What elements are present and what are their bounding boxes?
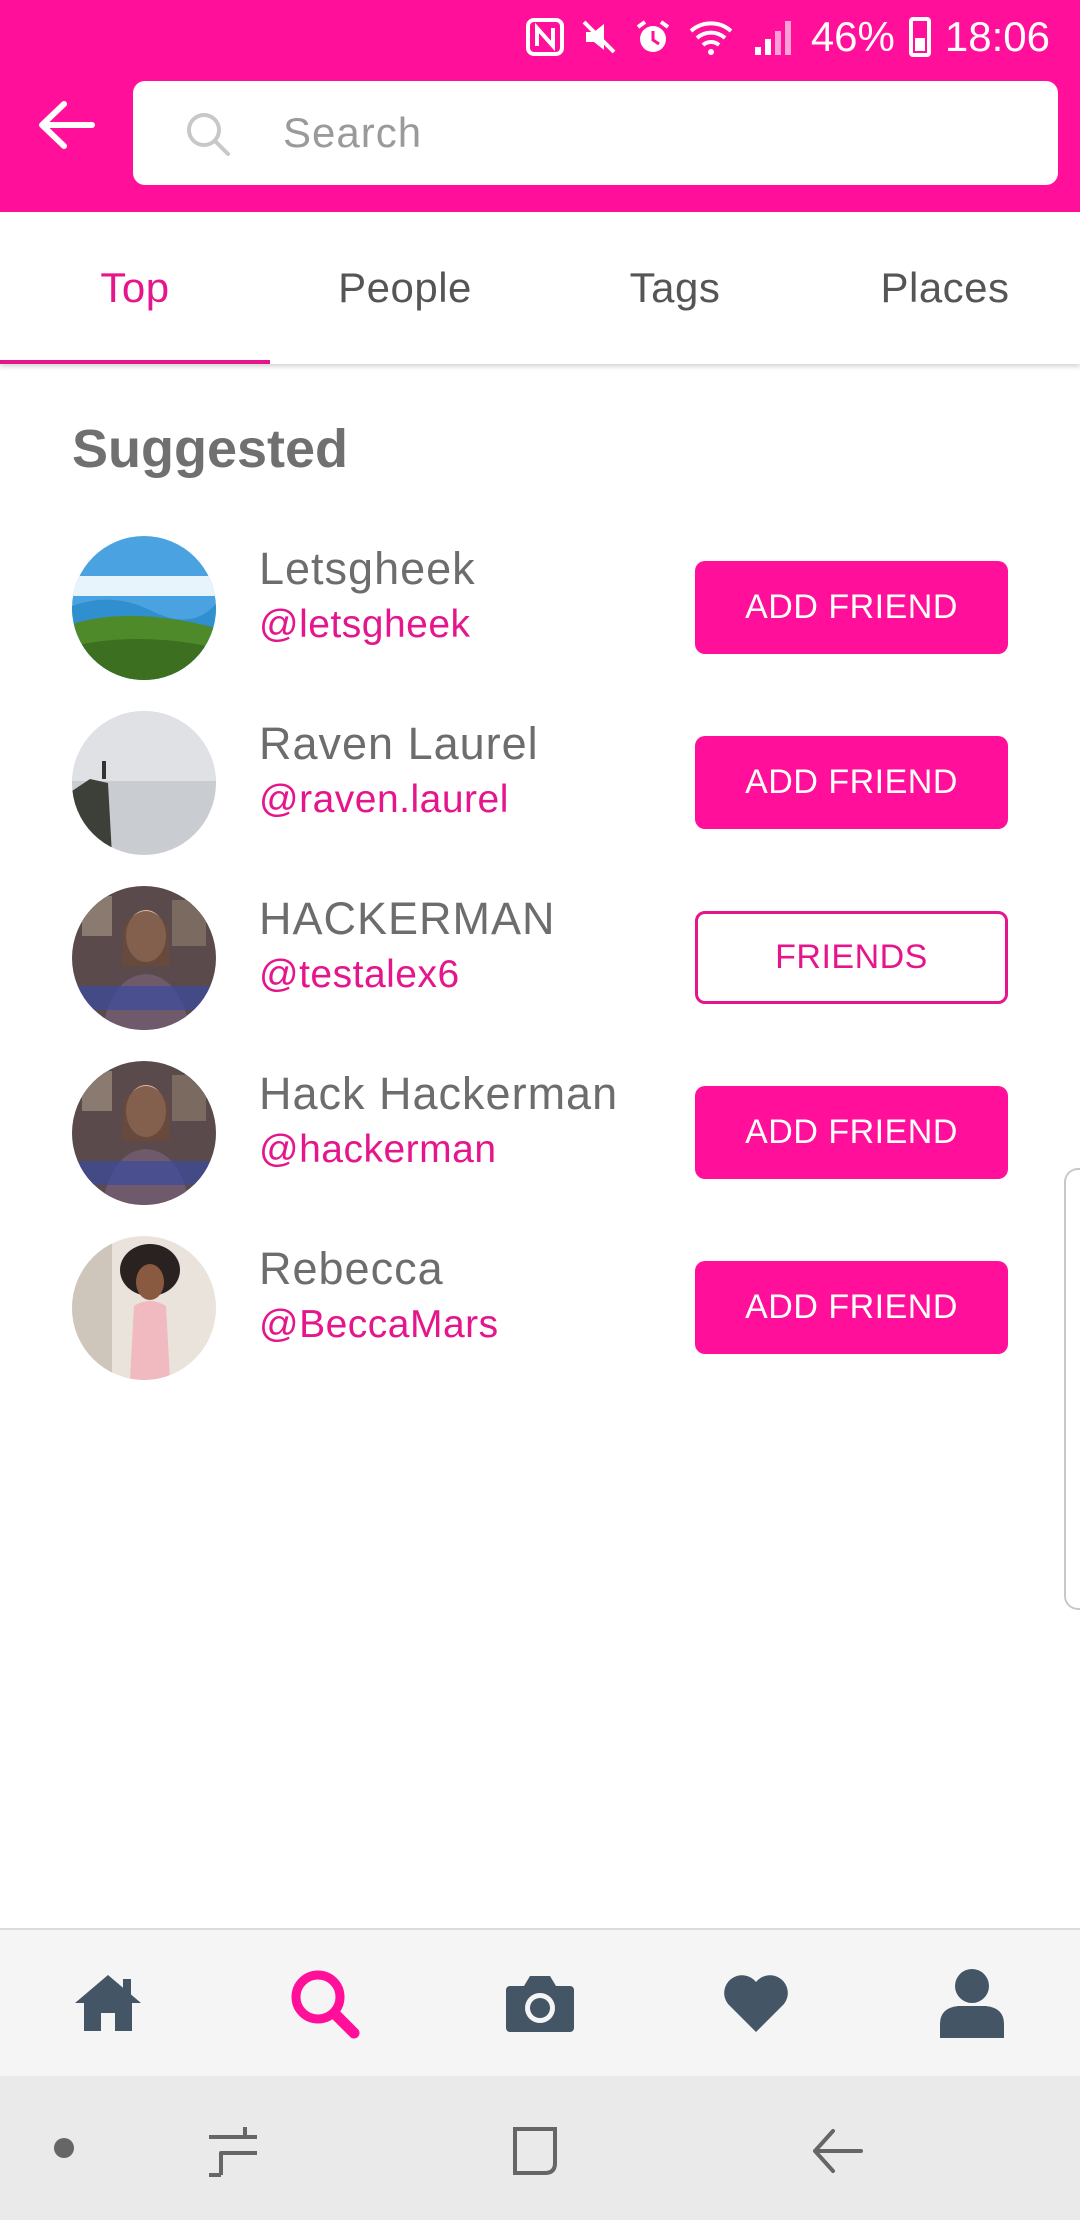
edge-panel-handle[interactable] — [1064, 1168, 1080, 1610]
recent-apps-button[interactable] — [198, 2116, 268, 2186]
tab-places[interactable]: Places — [810, 212, 1080, 364]
arrow-left-icon — [39, 101, 95, 149]
home-icon — [75, 1975, 141, 2031]
nav-camera[interactable] — [432, 1930, 648, 2076]
user-name: Hack Hackerman — [259, 1068, 619, 1119]
tab-top[interactable]: Top — [0, 212, 270, 364]
friends-button[interactable]: FRIENDS — [695, 911, 1008, 1004]
alarm-icon — [633, 17, 673, 57]
system-nav-bar — [0, 2076, 1080, 2220]
tab-bar: Top People Tags Places — [0, 212, 1080, 364]
user-name: HACKERMAN — [259, 893, 556, 944]
suggested-heading: Suggested — [72, 419, 349, 479]
user-handle[interactable]: @BeccaMars — [259, 1303, 499, 1347]
user-handle[interactable]: @letsgheek — [259, 603, 471, 647]
avatar[interactable] — [72, 711, 216, 855]
add-friend-button[interactable]: ADD FRIEND — [695, 1261, 1008, 1354]
user-handle[interactable]: @hackerman — [259, 1128, 497, 1172]
clock: 18:06 — [944, 13, 1050, 60]
back-button[interactable] — [26, 90, 106, 160]
user-name: Letsgheek — [259, 543, 476, 594]
user-handle[interactable]: @raven.laurel — [259, 778, 509, 822]
user-name: Raven Laurel — [259, 718, 539, 769]
mute-icon — [579, 17, 619, 57]
list-item: Rebecca @BeccaMars ADD FRIEND — [0, 1223, 1080, 1383]
avatar[interactable] — [72, 886, 216, 1030]
list-item: HACKERMAN @testalex6 FRIENDS — [0, 873, 1080, 1033]
nav-favorites[interactable] — [648, 1930, 864, 2076]
search-icon — [291, 1970, 360, 2039]
square-icon — [513, 2127, 557, 2175]
add-friend-button[interactable]: ADD FRIEND — [695, 736, 1008, 829]
search-icon — [187, 113, 230, 156]
user-handle[interactable]: @testalex6 — [259, 953, 460, 997]
search-input[interactable] — [283, 101, 1013, 165]
bottom-nav — [0, 1928, 1080, 2076]
nfc-icon — [525, 17, 565, 57]
status-bar: 46% 18:06 — [525, 12, 1050, 62]
app-header: 46% 18:06 — [0, 0, 1080, 212]
avatar[interactable] — [72, 1061, 216, 1205]
wifi-icon — [687, 17, 737, 57]
avatar[interactable] — [72, 536, 216, 680]
list-item: Hack Hackerman @hackerman ADD FRIEND — [0, 1048, 1080, 1208]
profile-icon — [940, 1969, 1004, 2038]
back-arrow-icon — [813, 2129, 863, 2173]
nav-profile[interactable] — [864, 1930, 1080, 2076]
nav-home[interactable] — [0, 1930, 216, 2076]
list-item: Raven Laurel @raven.laurel ADD FRIEND — [0, 698, 1080, 858]
nav-search[interactable] — [216, 1930, 432, 2076]
tab-tags[interactable]: Tags — [540, 212, 810, 364]
user-name: Rebecca — [259, 1243, 444, 1294]
tab-people[interactable]: People — [270, 212, 540, 364]
add-friend-button[interactable]: ADD FRIEND — [695, 561, 1008, 654]
battery-percent: 46% — [810, 13, 895, 60]
battery-icon — [908, 17, 931, 57]
home-button[interactable] — [500, 2116, 570, 2186]
search-bar[interactable] — [133, 81, 1058, 185]
nav-hide-dot[interactable] — [54, 2138, 74, 2158]
heart-icon — [724, 1975, 788, 2032]
list-item: Letsgheek @letsgheek ADD FRIEND — [0, 523, 1080, 683]
signal-icon — [751, 17, 797, 57]
recent-apps-icon — [209, 2127, 257, 2177]
add-friend-button[interactable]: ADD FRIEND — [695, 1086, 1008, 1179]
camera-icon — [506, 1976, 574, 2032]
avatar[interactable] — [72, 1236, 216, 1380]
back-nav-button[interactable] — [802, 2116, 872, 2186]
